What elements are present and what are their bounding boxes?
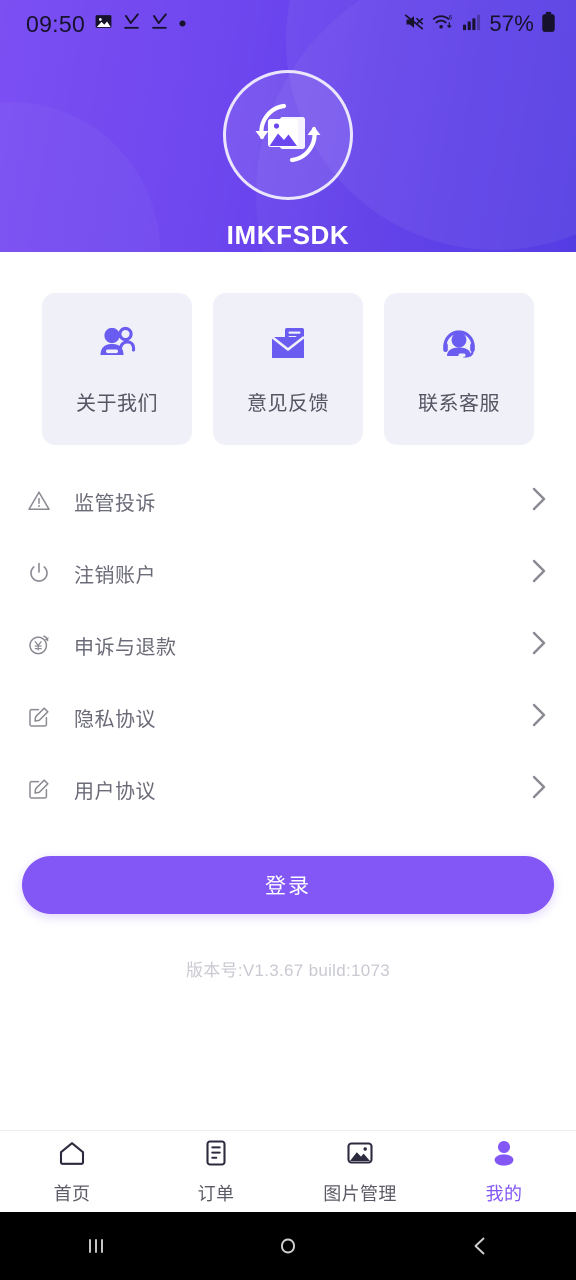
- nav-item-image-manage[interactable]: 图片管理: [288, 1131, 432, 1212]
- quick-action-cards: 关于我们 意见反馈 联系客服: [0, 252, 576, 445]
- envelope-icon: [266, 322, 310, 371]
- image-manage-icon: [345, 1138, 375, 1173]
- battery-percent-label: 57%: [489, 11, 534, 36]
- list-item-user-agreement[interactable]: 用户协议: [26, 753, 550, 825]
- download-complete-icon: [122, 12, 141, 36]
- nav-item-orders[interactable]: 订单: [144, 1131, 288, 1212]
- chevron-right-icon: [531, 774, 550, 805]
- list-item-label: 用户协议: [74, 780, 156, 803]
- card-contact-support[interactable]: 联系客服: [384, 293, 534, 445]
- status-bar-right: 6 57%: [403, 11, 556, 38]
- chevron-right-icon: [531, 630, 550, 661]
- download-complete-icon: [150, 12, 169, 36]
- nav-item-mine[interactable]: 我的: [432, 1131, 576, 1212]
- cellular-signal-icon: [462, 13, 482, 36]
- app-name-title: IMKFSDK: [226, 220, 350, 250]
- settings-list: 监管投诉 注销账户 申诉与退款 隐私协议 用户协议: [0, 445, 576, 825]
- list-item-label: 隐私协议: [74, 708, 156, 731]
- nav-item-label: 首页: [53, 1183, 91, 1204]
- android-navigation-bar: [0, 1212, 576, 1280]
- status-bar: 09:50 6 57%: [0, 0, 576, 48]
- nav-item-label: 订单: [197, 1183, 235, 1204]
- list-item-label: 注销账户: [74, 564, 156, 587]
- dot-icon: [178, 15, 187, 33]
- chevron-right-icon: [531, 486, 550, 517]
- list-item-privacy-agreement[interactable]: 隐私协议: [26, 681, 550, 753]
- logo-circle: [223, 70, 353, 200]
- list-item-regulatory-complaint[interactable]: 监管投诉: [26, 465, 550, 537]
- svg-text:6: 6: [449, 14, 453, 21]
- mute-icon: [403, 12, 425, 37]
- yen-refund-icon: [26, 632, 52, 658]
- list-item-delete-account[interactable]: 注销账户: [26, 537, 550, 609]
- edit-document-icon: [26, 704, 52, 730]
- photo-refresh-logo-icon: [246, 91, 330, 180]
- headset-icon: [437, 322, 481, 371]
- warning-triangle-icon: [26, 488, 52, 514]
- nav-item-home[interactable]: 首页: [0, 1131, 144, 1212]
- bottom-navigation-bar: 首页 订单 图片管理 我的: [0, 1130, 576, 1212]
- header-decoration-circle: [0, 102, 160, 252]
- power-icon: [26, 560, 52, 586]
- battery-icon: [541, 11, 556, 38]
- status-bar-left: 09:50: [26, 11, 187, 38]
- back-icon[interactable]: [384, 1232, 576, 1260]
- list-item-label: 申诉与退款: [74, 636, 177, 659]
- profile-icon: [489, 1138, 519, 1173]
- card-label: 关于我们: [76, 393, 158, 415]
- home-icon: [57, 1138, 87, 1173]
- edit-document-icon: [26, 776, 52, 802]
- users-icon: [95, 322, 139, 371]
- nav-item-label: 我的: [485, 1183, 523, 1204]
- photo-icon: [94, 12, 113, 36]
- app-logo: [223, 70, 353, 200]
- app-screen: 09:50 6 57% IMKFSDK 关于我们 意见反馈 联系客服 监管投诉 …: [0, 0, 576, 1280]
- list-item-appeal-and-refund[interactable]: 申诉与退款: [26, 609, 550, 681]
- card-label: 联系客服: [418, 393, 500, 415]
- status-bar-clock: 09:50: [26, 10, 86, 37]
- login-button[interactable]: 登录: [22, 856, 554, 914]
- nav-item-label: 图片管理: [323, 1183, 397, 1204]
- chevron-right-icon: [531, 702, 550, 733]
- chevron-right-icon: [531, 558, 550, 589]
- home-circle-icon[interactable]: [192, 1232, 384, 1260]
- recents-icon[interactable]: [0, 1232, 192, 1260]
- card-label: 意见反馈: [247, 393, 329, 415]
- card-about-us[interactable]: 关于我们: [42, 293, 192, 445]
- order-list-icon: [201, 1138, 231, 1173]
- version-label: 版本号:V1.3.67 build:1073: [185, 961, 391, 980]
- login-section: 登录 版本号:V1.3.67 build:1073: [0, 825, 576, 981]
- card-feedback[interactable]: 意见反馈: [213, 293, 363, 445]
- wifi-6-icon: 6: [432, 12, 455, 37]
- list-item-label: 监管投诉: [74, 492, 156, 515]
